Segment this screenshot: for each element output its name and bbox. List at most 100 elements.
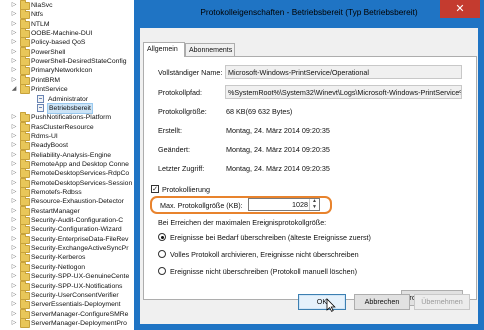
- apply-button[interactable]: Übernehmen: [414, 294, 470, 310]
- tree-item-label: ServerManager-ConfigureSMRe: [31, 310, 129, 318]
- tree-item-label: Security-ExchangeActiveSyncPr: [31, 245, 129, 253]
- created-value: Montag, 24. März 2014 09:20:35: [226, 126, 330, 135]
- expand-arrow-icon[interactable]: ▷: [11, 253, 17, 262]
- tree-item-label: NlaSvc: [31, 2, 53, 9]
- tree-item[interactable]: ▷ RemoteDesktopServices-RdpCo: [0, 168, 132, 179]
- log-size-value: 68 KB(69 632 Bytes): [226, 107, 293, 116]
- tree-item-label: Betriebsbereit: [47, 102, 93, 114]
- tab-subscriptions[interactable]: Abonnements: [185, 43, 235, 56]
- cancel-button[interactable]: Abbrechen: [354, 294, 410, 310]
- max-size-spinner[interactable]: 1028 ▲ ▼: [248, 198, 320, 211]
- expand-arrow-icon[interactable]: ▷: [11, 216, 17, 225]
- expand-arrow-icon[interactable]: ▷: [11, 1, 17, 10]
- full-name-field[interactable]: Microsoft-Windows-PrintService/Operation…: [225, 65, 462, 79]
- tree-item[interactable]: ▷ Security-SPP-UX-GenuineCente: [0, 271, 132, 282]
- expand-arrow-icon[interactable]: ▷: [11, 20, 17, 29]
- expand-arrow-icon[interactable]: ▷: [11, 57, 17, 66]
- expand-arrow-icon[interactable]: ▷: [11, 76, 17, 85]
- radio-overwrite-as-needed-label: Ereignisse bei Bedarf überschreiben (ält…: [170, 233, 371, 242]
- expand-arrow-icon[interactable]: ▷: [11, 244, 17, 253]
- max-size-label: Max. Protokollgröße (KB):: [160, 201, 243, 210]
- ok-button[interactable]: OK: [298, 294, 346, 310]
- tree-item-label: Rdms-UI: [31, 132, 58, 140]
- tree-item[interactable]: ▷ ReadyBoost: [0, 140, 132, 151]
- expand-arrow-icon[interactable]: ▷: [11, 291, 17, 300]
- radio-archive-log[interactable]: [158, 250, 166, 258]
- tab-general[interactable]: Allgemein: [143, 42, 185, 57]
- checkmark-icon: ✓: [152, 186, 158, 193]
- tree-item-label: Policy-based QoS: [31, 39, 86, 47]
- expand-arrow-icon[interactable]: ▷: [11, 310, 17, 319]
- expand-arrow-icon[interactable]: ▷: [11, 300, 17, 309]
- expand-arrow-icon[interactable]: ▷: [11, 282, 17, 291]
- expand-arrow-icon[interactable]: ▷: [11, 319, 17, 328]
- expand-arrow-icon[interactable]: ▷: [11, 113, 17, 122]
- radio-archive-log-label: Volles Protokoll archivieren, Ereignisse…: [170, 250, 359, 259]
- spinner-arrows[interactable]: ▲ ▼: [309, 198, 319, 211]
- expand-arrow-icon[interactable]: ▷: [11, 197, 17, 206]
- expand-arrow-icon[interactable]: ▷: [11, 235, 17, 244]
- max-size-value: 1028: [292, 200, 308, 209]
- spinner-down-icon[interactable]: ▼: [310, 204, 319, 211]
- expand-arrow-icon[interactable]: ▷: [11, 123, 17, 132]
- tree-item[interactable]: ▷ ServerManager-DeploymentPro: [0, 317, 132, 328]
- dialog-title: Protokolleigenschaften - Betriebsbereit …: [200, 7, 418, 17]
- log-size-label: Protokollgröße:: [158, 107, 207, 116]
- radio-overwrite-as-needed[interactable]: [158, 233, 166, 241]
- close-icon: ✕: [455, 3, 465, 15]
- expand-arrow-icon[interactable]: ▷: [11, 272, 17, 281]
- tree-item-label: OOBE-Machine-DUI: [31, 30, 93, 38]
- expand-arrow-icon[interactable]: ▷: [11, 38, 17, 47]
- expand-arrow-icon[interactable]: ▷: [11, 66, 17, 75]
- tab-general-label: Allgemein: [147, 46, 178, 53]
- logging-checkbox[interactable]: ✓: [151, 185, 159, 193]
- tree-item[interactable]: ▷ Resource-Exhaustion-Detector: [0, 196, 132, 207]
- event-log-icon: [37, 94, 44, 103]
- expand-arrow-icon[interactable]: ▷: [11, 160, 17, 169]
- log-properties-dialog: Protokolleigenschaften - Betriebsbereit …: [134, 0, 484, 330]
- tree-item[interactable]: ▷ ServerEssentials-Deployment: [0, 299, 132, 310]
- tree-item-label: NTLM: [31, 20, 50, 28]
- collapse-arrow-icon[interactable]: ◢: [11, 85, 17, 94]
- tree-item-label: PowerShell: [31, 48, 66, 56]
- tree-item-label: Security-UserConsentVerifier: [31, 291, 119, 299]
- expand-arrow-icon[interactable]: ▷: [11, 225, 17, 234]
- tree-item-label: ServerManager-DeploymentPro: [31, 319, 127, 327]
- tree-item-label: Resource-Exhaustion-Detector: [31, 198, 124, 206]
- close-button[interactable]: ✕: [440, 0, 480, 18]
- dialog-client-area: Allgemein Abonnements Vollständiger Name…: [140, 28, 478, 324]
- expand-arrow-icon[interactable]: ▷: [11, 263, 17, 272]
- radio-do-not-overwrite-label: Ereignisse nicht überschreiben (Protokol…: [170, 267, 357, 276]
- expand-arrow-icon[interactable]: ▷: [11, 141, 17, 150]
- dialog-titlebar[interactable]: Protokolleigenschaften - Betriebsbereit …: [134, 0, 484, 26]
- tree-item[interactable]: ▷ Ntfs: [0, 9, 132, 20]
- tree-item-label: PowerShell-DesiredStateConfig: [31, 58, 127, 66]
- tree-item-label: Security-Netlogon: [31, 263, 86, 271]
- tree-item[interactable]: Administrator: [0, 94, 132, 104]
- tree-item-label: ServerEssentials-Deployment: [31, 301, 121, 309]
- log-path-field[interactable]: %SystemRoot%\System32\Winevt\Logs\Micros…: [225, 85, 462, 99]
- expand-arrow-icon[interactable]: ▷: [11, 151, 17, 160]
- tree-item-label: PrintService: [31, 86, 68, 94]
- tree-item[interactable]: ◢ PrintService: [0, 84, 132, 95]
- radio-do-not-overwrite[interactable]: [158, 267, 166, 275]
- folder-icon: [20, 112, 30, 123]
- expand-arrow-icon[interactable]: ▷: [11, 48, 17, 57]
- created-label: Erstellt:: [158, 126, 182, 135]
- tree-item[interactable]: ▷ PushNotifications-Platform: [0, 112, 132, 123]
- expand-arrow-icon[interactable]: ▷: [11, 29, 17, 38]
- tree-item-label: Security-Configuration-Wizard: [31, 226, 122, 234]
- expand-arrow-icon[interactable]: ▷: [11, 132, 17, 141]
- expand-arrow-icon[interactable]: ▷: [11, 207, 17, 216]
- full-name-label: Vollständiger Name:: [158, 68, 223, 77]
- expand-arrow-icon[interactable]: ▷: [11, 179, 17, 188]
- folder-icon: [20, 271, 30, 282]
- expand-arrow-icon[interactable]: ▷: [11, 10, 17, 19]
- log-tree[interactable]: ▷ NlaSvc ▷ Ntfs ▷ NTLM ▷ OOBE-Machine-DUI ▷ Polic…: [0, 0, 132, 330]
- logging-label: Protokollierung: [162, 185, 210, 194]
- modified-value: Montag, 24. März 2014 09:20:35: [226, 145, 330, 154]
- expand-arrow-icon[interactable]: ▷: [11, 188, 17, 197]
- tree-item-label: Security-SPP-UX-GenuineCente: [31, 273, 130, 281]
- folder-icon: [20, 84, 30, 95]
- expand-arrow-icon[interactable]: ▷: [11, 169, 17, 178]
